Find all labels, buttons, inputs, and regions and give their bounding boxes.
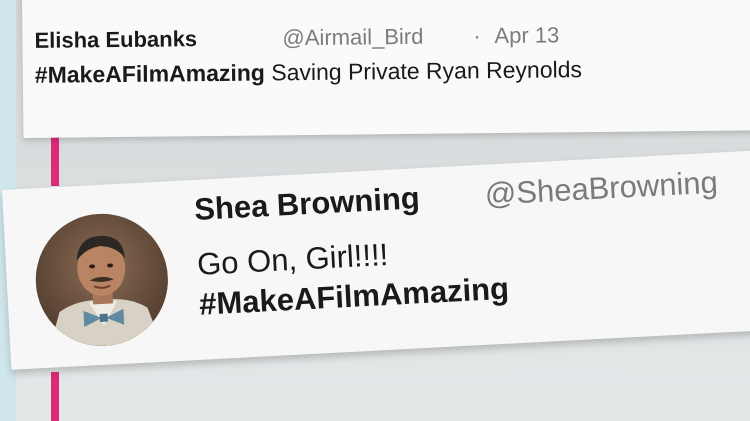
timeline-connector-top <box>51 134 59 186</box>
tweet-card[interactable]: Elisha Eubanks @Airmail_Bird · Apr 13 #M… <box>22 0 750 138</box>
tweet-text-body: Saving Private Ryan Reynolds <box>264 56 583 86</box>
timeline-connector-bottom <box>51 372 59 421</box>
tweet-hashtag[interactable]: #MakeAFilmAmazing <box>35 59 265 87</box>
tweet-text-line: Go On, Girl!!!! <box>196 236 390 282</box>
tweet-author-handle[interactable]: @SheaBrowning <box>484 165 719 213</box>
tweet-author-handle[interactable]: @Airmail_Bird <box>282 24 423 51</box>
avatar[interactable] <box>32 210 172 350</box>
profile-photo-icon <box>32 210 172 350</box>
tweet-date[interactable]: Apr 13 <box>494 22 559 49</box>
tweet-meta-separator: · <box>473 23 481 49</box>
tweet-author-name[interactable]: Elisha Eubanks <box>34 26 197 54</box>
tweet-author-name[interactable]: Shea Browning <box>193 180 420 228</box>
tweet-text: #MakeAFilmAmazing Saving Private Ryan Re… <box>35 56 582 89</box>
